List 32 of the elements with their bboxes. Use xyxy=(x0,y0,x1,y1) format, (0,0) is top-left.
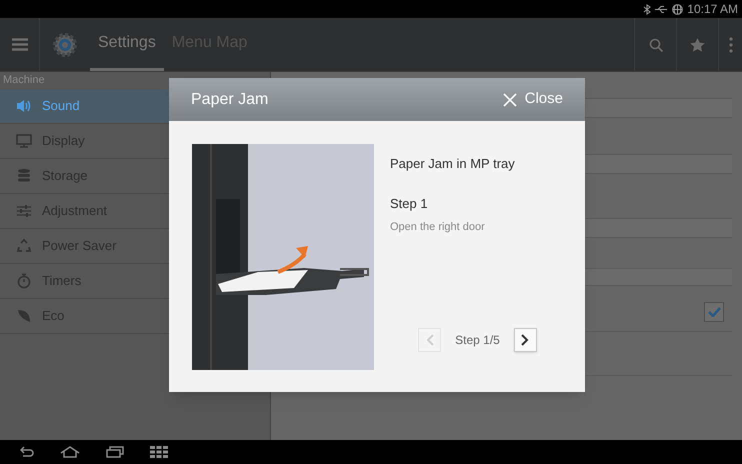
globe-icon xyxy=(672,4,684,14)
step-title: Step 1 xyxy=(390,194,429,213)
leaf-icon xyxy=(16,308,32,324)
recycle-icon xyxy=(16,238,32,254)
step-instruction: Open the right door xyxy=(390,220,486,235)
monitor-icon xyxy=(16,133,32,149)
database-icon xyxy=(16,168,32,184)
apps-grid-icon[interactable] xyxy=(150,446,168,458)
bluetooth-icon xyxy=(643,4,652,14)
home-icon[interactable] xyxy=(60,446,80,458)
next-step-button[interactable] xyxy=(514,328,537,352)
more-options-icon xyxy=(728,36,732,52)
speaker-icon xyxy=(16,98,32,114)
usb-icon xyxy=(655,4,668,14)
jam-location: Paper Jam in MP tray xyxy=(390,155,516,173)
check-icon xyxy=(708,306,720,316)
dialog-title: Paper Jam xyxy=(191,90,268,110)
stopwatch-icon xyxy=(16,273,32,289)
clock-time: 10:17 AM xyxy=(687,1,738,18)
close-icon xyxy=(502,92,517,106)
close-button[interactable]: Close xyxy=(502,88,563,111)
recent-apps-icon[interactable] xyxy=(106,446,124,458)
back-icon[interactable] xyxy=(20,446,34,458)
step-counter: Step 1/5 xyxy=(455,332,500,349)
menu-icon xyxy=(12,38,28,51)
chevron-left-icon xyxy=(426,334,434,346)
star-icon xyxy=(690,38,705,52)
gear-icon xyxy=(52,32,78,58)
search-icon xyxy=(648,38,662,52)
checkbox[interactable] xyxy=(704,302,724,322)
sliders-icon xyxy=(16,203,32,219)
chevron-right-icon xyxy=(521,334,530,346)
